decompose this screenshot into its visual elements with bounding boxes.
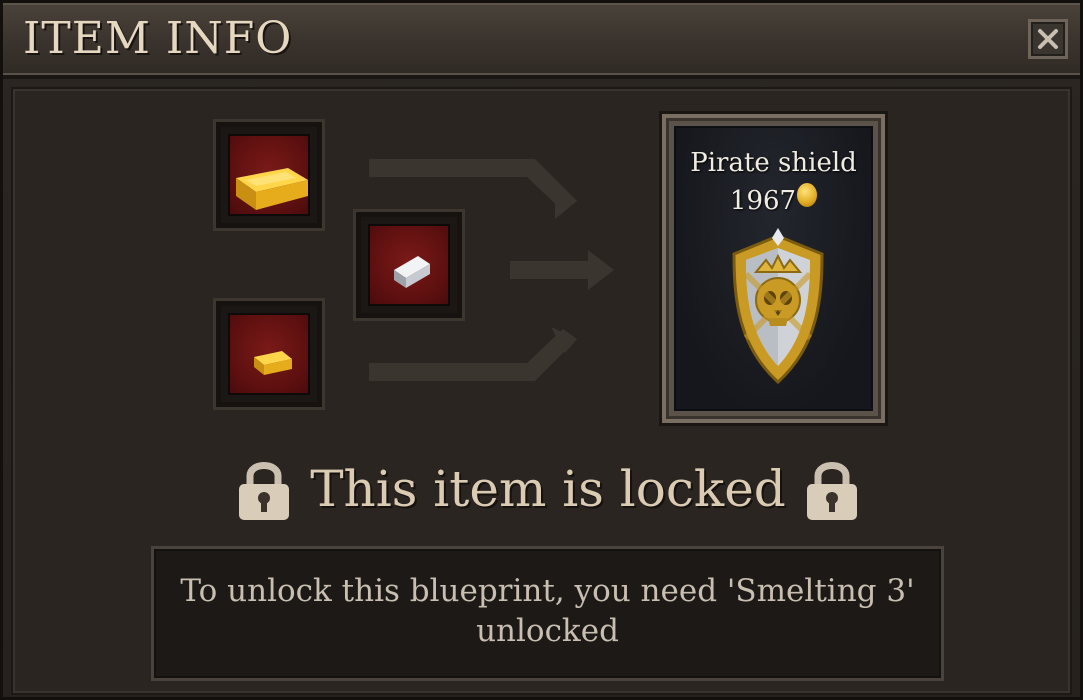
item-name: Pirate shield — [690, 148, 857, 178]
gold-bar-small-icon — [254, 351, 292, 375]
window-title: ITEM INFO — [23, 13, 293, 64]
item-price: 1967 — [676, 183, 871, 216]
padlock-icon — [239, 462, 289, 520]
output-item-card[interactable]: Pirate shield 1967 — [662, 114, 885, 423]
lock-status-row: This item is locked — [3, 458, 1080, 528]
item-price-value: 1967 — [729, 186, 797, 216]
item-info-window: ITEM INFO Pirate shield 1967 This item i… — [0, 0, 1083, 700]
unlock-message-box: To unlock this blueprint, you need 'Smel… — [151, 546, 944, 681]
gold-bar-large-icon — [236, 168, 308, 210]
close-icon — [1038, 29, 1058, 49]
silver-bar-icon — [394, 256, 430, 288]
ingredient-slot-3[interactable] — [353, 209, 465, 321]
padlock-icon — [807, 462, 857, 520]
ingredient-slot-2[interactable] — [213, 298, 325, 410]
gold-coin-icon — [797, 183, 818, 207]
arrow-icon — [369, 327, 577, 381]
title-bar: ITEM INFO — [3, 3, 1080, 79]
lock-status-title: This item is locked — [310, 460, 786, 518]
unlock-message: To unlock this blueprint, you need 'Smel… — [180, 573, 915, 649]
arrow-icon — [369, 159, 577, 219]
close-button[interactable] — [1028, 19, 1068, 59]
ingredient-slot-1[interactable] — [213, 119, 325, 231]
arrow-icon — [510, 250, 614, 290]
pirate-shield-icon — [732, 228, 824, 385]
